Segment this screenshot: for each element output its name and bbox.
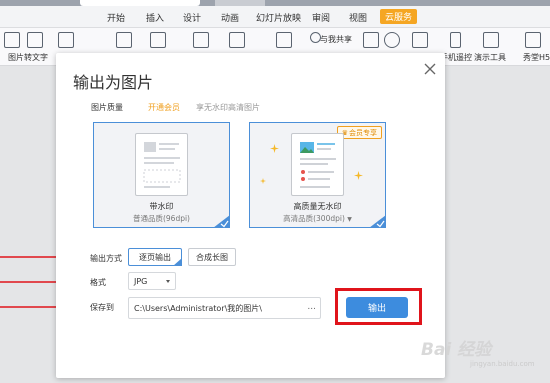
- menu-slideshow[interactable]: 幻灯片放映: [256, 11, 301, 24]
- menu-design[interactable]: 设计: [183, 11, 201, 24]
- chevron-down-icon: [166, 280, 170, 283]
- save-path-value: C:\Users\Administrator\我的图片\: [134, 303, 262, 313]
- quality-label: 图片质量: [91, 103, 123, 112]
- vip-badge-label: 会员专享: [349, 128, 377, 137]
- tool-d[interactable]: [193, 32, 209, 48]
- tool-label-presentation: 演示工具: [474, 53, 506, 62]
- document-preview-icon: [135, 133, 188, 196]
- menu-cloud-service[interactable]: 云服务: [380, 9, 418, 24]
- menu-home[interactable]: 开始: [107, 11, 125, 24]
- export-image-dialog: 输出为图片 图片质量 开通会员 享无水印高清图片 带水印 普通品质(96dpi): [56, 53, 445, 378]
- tool-h[interactable]: [412, 32, 428, 48]
- dropdown-arrow-icon[interactable]: ▼: [347, 216, 352, 223]
- menu-view[interactable]: 视图: [349, 11, 367, 24]
- option-subtitle: 高清品质(300dpi) ▼: [250, 213, 385, 224]
- tool-presentation[interactable]: [483, 32, 499, 48]
- quality-option-hd[interactable]: ♛ 会员专享 高质量无水印 高清品质(300dpi) ▼: [249, 122, 386, 228]
- menu-review[interactable]: 审阅: [312, 11, 330, 24]
- menu-bar: 开始 插入 设计 动画 幻灯片放映 审阅 视图 云服务: [0, 6, 550, 28]
- option-title: 高质量无水印: [293, 202, 342, 211]
- open-membership-link[interactable]: 开通会员: [148, 102, 180, 113]
- tool-c[interactable]: [150, 32, 166, 48]
- menu-animation[interactable]: 动画: [221, 11, 239, 24]
- format-label: 格式: [90, 278, 106, 287]
- sparkle-icon: [260, 178, 266, 184]
- option-subtitle-text: 高清品质(300dpi): [283, 214, 345, 223]
- microphone-icon: [384, 32, 400, 48]
- selected-corner-icon: [173, 258, 182, 266]
- save-path-input[interactable]: C:\Users\Administrator\我的图片\ ...: [128, 297, 321, 319]
- tool-b[interactable]: [116, 32, 132, 48]
- tool-a[interactable]: [58, 32, 74, 48]
- tool-icon: [276, 32, 292, 48]
- tool-icon: [150, 32, 166, 48]
- close-icon[interactable]: [423, 62, 437, 76]
- tool-icon: [58, 32, 74, 48]
- tool-icon: [116, 32, 132, 48]
- baidu-watermark: Bai 经验: [421, 340, 492, 360]
- cut-icon: [4, 32, 20, 48]
- browse-button[interactable]: ...: [307, 302, 316, 312]
- output-long-image-label: 合成长图: [196, 252, 228, 262]
- menu-insert[interactable]: 插入: [146, 11, 164, 24]
- export-button[interactable]: 输出: [346, 297, 408, 318]
- output-long-image-button[interactable]: 合成长图: [188, 248, 236, 266]
- tool-icon: [193, 32, 209, 48]
- tool-g[interactable]: [363, 32, 379, 48]
- tool-f[interactable]: [276, 32, 292, 48]
- tool-h5[interactable]: [525, 32, 541, 48]
- tool-e[interactable]: [229, 32, 245, 48]
- save-to-label: 保存到: [90, 303, 114, 312]
- tool-cut[interactable]: [4, 32, 20, 48]
- tool-icon: [363, 32, 379, 48]
- quality-description: 享无水印高清图片: [196, 103, 260, 112]
- dialog-title: 输出为图片: [73, 73, 154, 92]
- tool-icon: [412, 32, 428, 48]
- h5-icon: [525, 32, 541, 48]
- tool-label-h5: 秀堂H5: [523, 53, 550, 62]
- format-select[interactable]: JPG: [128, 272, 176, 290]
- tool-label-image-to-text: 图片转文字: [8, 53, 48, 62]
- output-mode-label: 输出方式: [90, 254, 122, 263]
- option-subtitle: 普通品质(96dpi): [132, 214, 190, 223]
- output-per-page-label: 逐页输出: [139, 252, 171, 262]
- image-to-text-icon: [27, 32, 43, 48]
- hd-document-preview-icon: [291, 133, 344, 196]
- tool-mic[interactable]: [384, 32, 400, 48]
- tool-phone-remote[interactable]: [450, 32, 461, 48]
- baidu-watermark-url: jingyan.baidu.com: [470, 360, 535, 368]
- tool-icon: [229, 32, 245, 48]
- quality-option-watermark[interactable]: 带水印 普通品质(96dpi): [93, 122, 230, 228]
- sparkle-icon: [270, 144, 279, 153]
- format-value: JPG: [134, 276, 148, 286]
- selected-check-icon: [213, 215, 230, 228]
- tool-image-to-text[interactable]: [27, 32, 43, 48]
- option-title: 带水印: [149, 202, 174, 211]
- sparkle-icon: [354, 171, 363, 180]
- output-per-page-button[interactable]: 逐页输出: [128, 248, 182, 266]
- phone-remote-icon: [450, 32, 461, 48]
- tool-label-share: 与我共享: [320, 35, 352, 44]
- check-corner-icon: [369, 215, 386, 228]
- presentation-tools-icon: [483, 32, 499, 48]
